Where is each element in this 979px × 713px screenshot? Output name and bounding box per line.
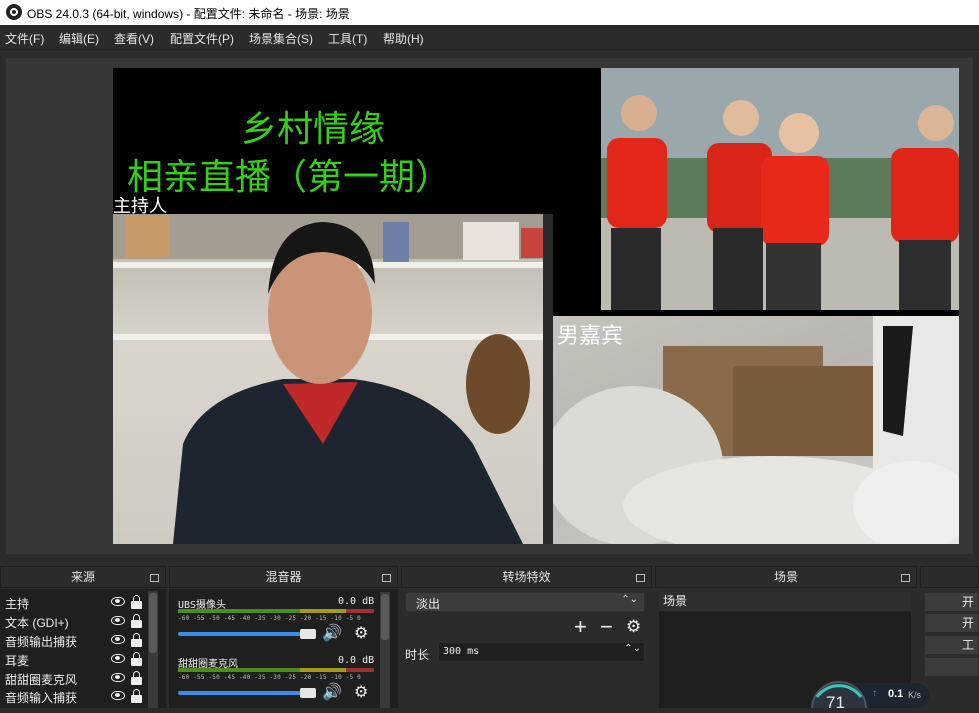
eye-icon[interactable] (111, 673, 125, 682)
window-title: OBS 24.0.3 (64-bit, windows) - 配置文件: 未命名… (27, 7, 350, 21)
network-speed-widget: 71 ↑ 0.1 K/s (811, 681, 929, 713)
lock-icon[interactable] (131, 652, 142, 666)
sources-title: 来源 (70, 570, 95, 584)
cpu-value: 71 (826, 693, 845, 712)
transitions-title: 转场特效 (502, 570, 551, 584)
float-icon[interactable] (150, 574, 159, 582)
menu-profile[interactable]: 配置文件(P) (170, 30, 234, 47)
gear-icon[interactable]: ⚙ (354, 685, 368, 701)
transition-select[interactable]: 淡出 ⌃⌄ (405, 592, 645, 612)
menu-file[interactable]: 文件(F) (5, 30, 44, 47)
transition-selected: 淡出 (416, 597, 441, 611)
transitions-dock-header: 转场特效 (401, 566, 652, 588)
upload-arrow-icon: ↑ (872, 688, 877, 699)
upload-unit: K/s (908, 690, 922, 700)
scene-item-label: 场景 (663, 594, 688, 608)
remove-icon[interactable]: − (600, 614, 613, 640)
float-icon[interactable] (901, 574, 910, 582)
host-video-image (113, 214, 553, 544)
source-item[interactable]: 耳麦 (5, 652, 29, 669)
scene-item[interactable]: 场景 (659, 591, 911, 611)
male-label: 男嘉宾 (557, 324, 624, 349)
volume-slider-knob[interactable] (300, 629, 316, 639)
speaker-icon[interactable]: 🔊 (322, 685, 342, 701)
sources-panel: 主持 文本 (GDI+) 音频输出捕获 耳麦 甜甜圈麦克风 音频输入捕获 (0, 589, 166, 708)
mixer-channel-db: 0.0 dB (338, 655, 375, 666)
male-guest-video[interactable]: 男嘉宾 (553, 316, 959, 544)
start-streaming-button[interactable]: 开 (924, 592, 979, 612)
settings-button[interactable] (924, 657, 979, 677)
mixer-dock-header: 混音器 (169, 566, 398, 588)
volume-slider[interactable] (178, 691, 316, 695)
duration-label: 时长 (405, 648, 430, 662)
female-guests-video[interactable]: 女神 (601, 68, 959, 310)
meter-ticks: -60 -55 -50 -45 -40 -35 -30 -25 -20 -15 … (178, 615, 361, 622)
scenes-title: 场景 (773, 570, 798, 584)
float-icon[interactable] (382, 574, 391, 582)
source-item[interactable]: 甜甜圈麦克风 (5, 671, 77, 688)
spin-arrows-icon[interactable]: ⌃⌄ (621, 594, 638, 605)
scenes-dock-header: 场景 (655, 566, 917, 588)
source-item[interactable]: 主持 (5, 595, 29, 612)
start-recording-button[interactable]: 开 (924, 613, 979, 633)
upload-speed: 0.1 (888, 688, 904, 700)
source-item[interactable]: 音频输出捕获 (5, 633, 77, 650)
mixer-title: 混音器 (265, 570, 302, 584)
sources-scrollbar[interactable] (148, 591, 158, 708)
sources-dock-header: 来源 (0, 566, 166, 588)
eye-icon[interactable] (111, 654, 125, 663)
lock-icon[interactable] (131, 614, 142, 628)
title-bar: OBS 24.0.3 (64-bit, windows) - 配置文件: 未命名… (0, 0, 979, 25)
lock-icon[interactable] (131, 595, 142, 609)
duration-value: 300 ms (443, 646, 480, 657)
broadcast-subtitle: 相亲直播（第一期） (127, 157, 452, 198)
add-icon[interactable]: + (574, 614, 587, 640)
eye-icon[interactable] (111, 691, 125, 700)
source-item[interactable]: 音频输入捕获 (5, 689, 77, 706)
meter-ticks: -60 -55 -50 -45 -40 -35 -30 -25 -20 -15 … (178, 674, 361, 681)
menu-edit[interactable]: 编辑(E) (59, 30, 99, 47)
eye-icon[interactable] (111, 616, 125, 625)
spin-arrows-icon[interactable]: ⌃⌄ (624, 643, 641, 654)
female-video-image (601, 68, 959, 310)
lock-icon[interactable] (131, 633, 142, 647)
volume-slider[interactable] (178, 632, 316, 636)
gear-icon[interactable]: ⚙ (626, 617, 641, 637)
obs-logo-icon (6, 4, 22, 20)
float-icon[interactable] (636, 574, 645, 582)
lock-icon[interactable] (131, 671, 142, 685)
volume-slider-knob[interactable] (300, 688, 316, 698)
eye-icon[interactable] (111, 635, 125, 644)
lock-icon[interactable] (131, 689, 142, 703)
menu-bar: 文件(F) 编辑(E) 查看(V) 配置文件(P) 场景集合(S) 工具(T) … (0, 25, 979, 50)
mixer-scrollbar[interactable] (380, 592, 390, 708)
audio-meter (178, 609, 374, 613)
menu-scene-collection[interactable]: 场景集合(S) (249, 30, 313, 47)
menu-help[interactable]: 帮助(H) (383, 30, 424, 47)
male-video-image (553, 316, 959, 544)
source-item[interactable]: 文本 (GDI+) (5, 614, 69, 631)
duration-input[interactable]: 300 ms ⌃⌄ (438, 642, 645, 662)
dock-headers: 来源 混音器 转场特效 场景 (0, 566, 979, 588)
preview-canvas[interactable]: 乡村情缘 相亲直播（第一期） 主持人 男嘉宾 (113, 68, 959, 544)
studio-mode-button[interactable]: 工 (924, 635, 979, 655)
controls-dock-header (920, 566, 979, 588)
scrollbar-thumb[interactable] (381, 594, 389, 640)
menu-view[interactable]: 查看(V) (114, 30, 154, 47)
audio-meter (178, 668, 374, 672)
speaker-icon[interactable]: 🔊 (322, 626, 342, 642)
mixer-channel-db: 0.0 dB (338, 596, 375, 607)
menu-tools[interactable]: 工具(T) (328, 30, 367, 47)
scrollbar-thumb[interactable] (149, 593, 157, 653)
eye-icon[interactable] (111, 597, 125, 606)
broadcast-title: 乡村情缘 (241, 109, 386, 150)
host-camera-video[interactable] (113, 214, 553, 544)
gear-icon[interactable]: ⚙ (354, 626, 368, 642)
